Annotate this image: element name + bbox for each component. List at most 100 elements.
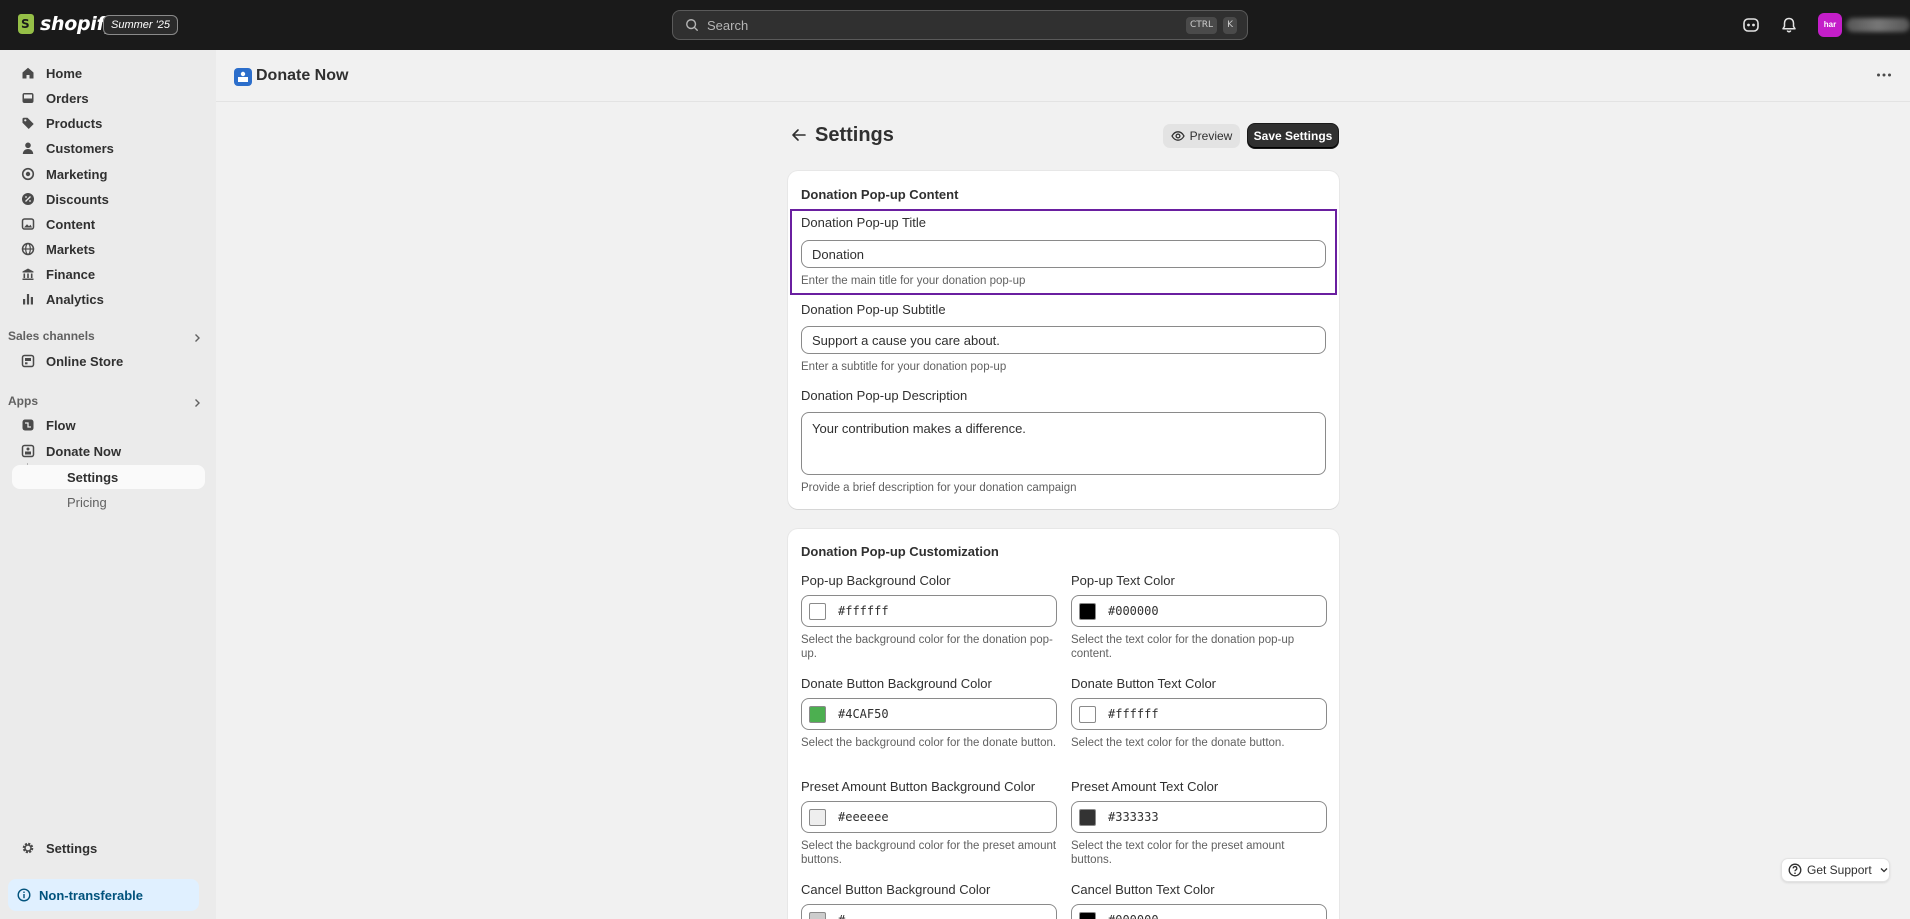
color-value: #333333 xyxy=(1108,810,1159,824)
cancel-btn-bg-color-input[interactable]: # xyxy=(801,904,1057,919)
store-icon xyxy=(20,353,36,369)
color-swatch[interactable] xyxy=(1079,602,1096,620)
bank-icon xyxy=(20,266,36,282)
sidebar-item-settings[interactable]: Settings xyxy=(12,836,205,860)
edition-badge[interactable]: Summer '25 xyxy=(103,15,178,35)
sidebar-item-flow[interactable]: Flow xyxy=(12,413,205,437)
sidebar-item-customers[interactable]: Customers xyxy=(12,136,205,160)
sidebar-item-label: Online Store xyxy=(46,353,124,369)
popup-title-help: Enter the main title for your donation p… xyxy=(801,275,1026,287)
chevron-right-icon[interactable] xyxy=(192,398,202,408)
color-swatch[interactable] xyxy=(809,808,826,826)
sidebar-item-label: Pricing xyxy=(67,494,107,510)
color-value: #eeeeee xyxy=(838,810,889,824)
back-arrow-icon[interactable] xyxy=(790,126,808,144)
color-value: #000000 xyxy=(1108,604,1159,618)
description-textarea[interactable]: Your contribution makes a difference. xyxy=(801,412,1326,475)
sidebar-item-donate-now[interactable]: Donate Now xyxy=(12,439,205,463)
top-bar: shopify Summer '25 Search CTRL K har xyxy=(0,0,1910,50)
color-swatch[interactable] xyxy=(809,602,826,620)
popup-title-label: Donation Pop-up Title xyxy=(801,215,927,230)
get-support-label: Get Support xyxy=(1807,863,1872,877)
target-icon xyxy=(20,166,36,182)
bell-icon[interactable] xyxy=(1780,16,1798,34)
sidebar-item-products[interactable]: Products xyxy=(12,111,205,135)
sidebar-item-label: Settings xyxy=(46,840,98,856)
sidebar-item-label: Marketing xyxy=(46,166,108,182)
sidebar-item-marketing[interactable]: Marketing xyxy=(12,162,205,186)
sidebar-item-label: Content xyxy=(46,216,96,232)
cancel-btn-text-color-input[interactable]: #000000 xyxy=(1071,904,1327,919)
color-swatch[interactable] xyxy=(1079,808,1096,826)
field-help: Select the text color for the preset amo… xyxy=(1071,840,1285,866)
inbox-icon xyxy=(20,90,36,106)
sidebar-item-orders[interactable]: Orders xyxy=(12,86,205,110)
sidekick-icon[interactable] xyxy=(1742,16,1760,34)
shortcut-ctrl: CTRL xyxy=(1185,17,1217,34)
donate-btn-text-color-input[interactable]: #ffffff xyxy=(1071,698,1327,730)
color-value: #ffffff xyxy=(1108,707,1159,721)
help-icon xyxy=(1788,863,1802,877)
preview-button[interactable]: Preview xyxy=(1163,124,1240,148)
preset-text-color-input[interactable]: #333333 xyxy=(1071,801,1327,833)
person-icon xyxy=(20,140,36,156)
content-card: Donation Pop-up Content Donation Pop-up … xyxy=(788,171,1339,509)
sidebar-item-online-store[interactable]: Online Store xyxy=(12,349,205,373)
sidebar-item-label: Customers xyxy=(46,140,114,156)
home-icon xyxy=(20,65,36,81)
card-title: Donation Pop-up Content xyxy=(801,187,959,202)
apps-heading: Apps xyxy=(8,394,38,408)
donate-btn-bg-color-label: Donate Button Background Color xyxy=(801,676,992,691)
sidebar-item-label: Donate Now xyxy=(46,443,122,459)
search-bar[interactable]: Search CTRL K xyxy=(672,10,1248,40)
preset-text-color-label: Preset Amount Text Color xyxy=(1071,779,1219,794)
avatar[interactable]: har xyxy=(1818,13,1842,37)
subtitle-input[interactable]: Support a cause you care about. xyxy=(801,326,1326,354)
chevron-right-icon[interactable] xyxy=(192,333,202,343)
app-title: Donate Now xyxy=(256,67,349,84)
store-name[interactable] xyxy=(1846,18,1910,32)
donate-btn-bg-color-input[interactable]: #4CAF50 xyxy=(801,698,1057,730)
subtitle-help: Enter a subtitle for your donation pop-u… xyxy=(801,361,1007,373)
chevron-down-icon xyxy=(1880,868,1888,873)
sidebar-item-app-settings[interactable]: Settings xyxy=(12,465,205,489)
sidebar-item-analytics[interactable]: Analytics xyxy=(12,287,205,311)
cancel-btn-text-color-label: Cancel Button Text Color xyxy=(1071,882,1215,897)
shopify-logo[interactable]: shopify xyxy=(18,13,117,35)
gear-icon xyxy=(20,840,36,856)
save-settings-button[interactable]: Save Settings xyxy=(1248,124,1338,148)
get-support-button[interactable]: Get Support xyxy=(1781,858,1890,882)
donate-app-icon xyxy=(234,68,252,86)
donate-btn-text-color-label: Donate Button Text Color xyxy=(1071,676,1217,691)
more-actions-icon[interactable] xyxy=(1876,72,1892,78)
color-swatch[interactable] xyxy=(1079,705,1096,723)
color-swatch[interactable] xyxy=(809,705,826,723)
sidebar-item-pricing[interactable]: Pricing xyxy=(12,490,205,514)
popup-title-input[interactable]: Donation xyxy=(801,240,1326,268)
sidebar-item-label: Settings xyxy=(67,469,119,485)
sales-channels-heading: Sales channels xyxy=(8,329,95,343)
subtitle-label: Donation Pop-up Subtitle xyxy=(801,302,946,317)
field-help: Select the text color for the donation p… xyxy=(1071,634,1295,660)
flow-icon xyxy=(20,417,36,433)
color-swatch[interactable] xyxy=(809,911,826,919)
color-value: #4CAF50 xyxy=(838,707,889,721)
preset-btn-bg-color-label: Preset Amount Button Background Color xyxy=(801,779,1036,794)
sidebar-item-content[interactable]: Content xyxy=(12,212,205,236)
non-transferable-banner[interactable]: Non-transferable xyxy=(8,879,199,911)
sidebar-item-home[interactable]: Home xyxy=(12,61,205,85)
popup-text-color-label: Pop-up Text Color xyxy=(1071,573,1175,588)
preset-btn-bg-color-input[interactable]: #eeeeee xyxy=(801,801,1057,833)
popup-bg-color-input[interactable]: #ffffff xyxy=(801,595,1057,627)
sidebar-item-discounts[interactable]: Discounts xyxy=(12,187,205,211)
popup-text-color-input[interactable]: #000000 xyxy=(1071,595,1327,627)
search-icon xyxy=(686,19,698,31)
donate-app-icon xyxy=(20,443,36,459)
popup-bg-color-label: Pop-up Background Color xyxy=(801,573,951,588)
color-swatch[interactable] xyxy=(1079,911,1096,919)
sidebar-item-finance[interactable]: Finance xyxy=(12,262,205,286)
sidebar-item-markets[interactable]: Markets xyxy=(12,237,205,261)
search-input[interactable]: Search xyxy=(707,18,748,33)
